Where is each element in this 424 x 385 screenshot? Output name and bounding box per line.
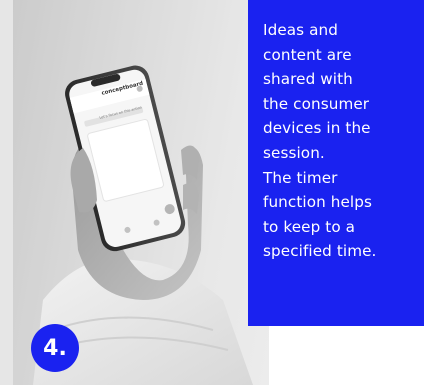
info-card: Ideas and content are shared with the co… bbox=[248, 0, 424, 326]
left-margin-strip bbox=[0, 0, 13, 385]
step-number-badge: 4. bbox=[31, 324, 79, 372]
slide-canvas: conceptboard Let’s focus on this action … bbox=[0, 0, 424, 385]
info-text: Ideas and content are shared with the co… bbox=[263, 21, 377, 261]
